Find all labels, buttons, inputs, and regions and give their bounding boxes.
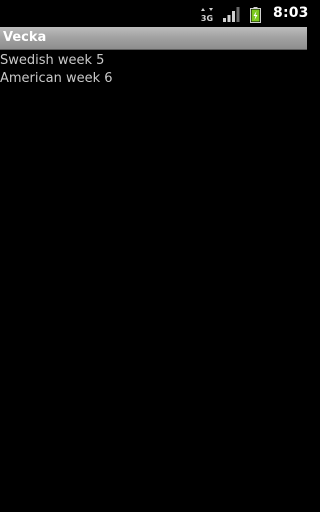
status-clock: 8:03 bbox=[273, 5, 309, 21]
swedish-week-text: Swedish week 5 bbox=[0, 53, 105, 68]
battery-icon bbox=[250, 7, 261, 23]
title-bar: Vecka bbox=[0, 27, 307, 50]
app-title: Vecka bbox=[3, 30, 47, 45]
phone-screen: 3G 8:03 Vecka Swedish week 5 American we… bbox=[0, 0, 309, 512]
week-list: Swedish week 5 American week 6 bbox=[0, 52, 307, 88]
signal-icon bbox=[223, 7, 240, 22]
network-type-icon: 3G bbox=[201, 8, 213, 22]
american-week-text: American week 6 bbox=[0, 71, 113, 86]
status-bar: 3G 8:03 bbox=[0, 0, 309, 27]
network-type-label: 3G bbox=[201, 14, 213, 22]
